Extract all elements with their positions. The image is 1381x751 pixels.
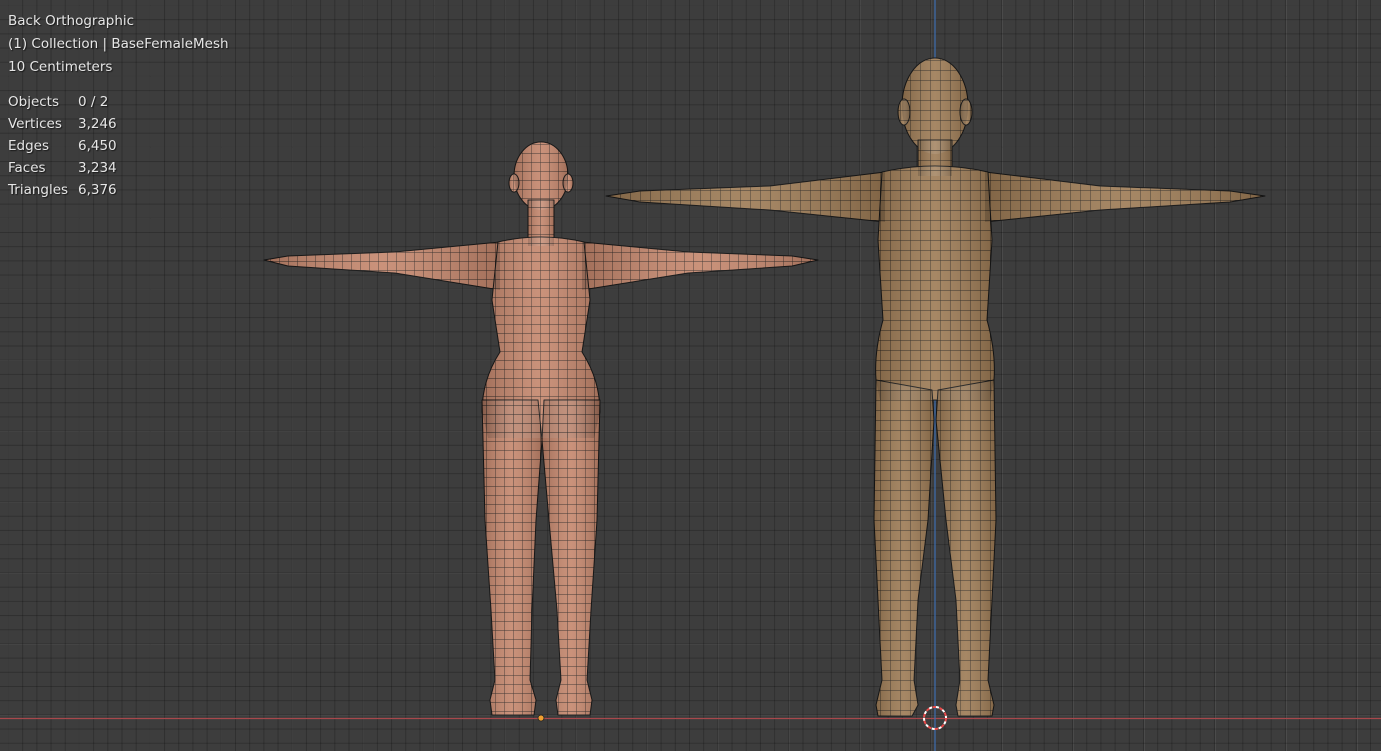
object-origin-point[interactable] bbox=[537, 714, 545, 722]
stat-label: Edges bbox=[8, 138, 50, 154]
stat-label: Faces bbox=[8, 160, 46, 176]
view-name-label: Back Orthographic bbox=[8, 13, 135, 29]
stat-value: 6,450 bbox=[78, 138, 117, 154]
stat-row-edges: Edges 6,450 bbox=[8, 135, 229, 157]
stat-value: 3,246 bbox=[78, 116, 117, 132]
mesh-left-base-female[interactable] bbox=[263, 141, 819, 716]
viewport-info-overlay: Back Orthographic (1) Collection | BaseF… bbox=[8, 10, 229, 201]
statistics-panel: Objects 0 / 2 Vertices 3,246 Edges 6,450… bbox=[8, 91, 229, 201]
grid-scale-label: 10 Centimeters bbox=[8, 59, 113, 75]
stat-row-faces: Faces 3,234 bbox=[8, 157, 229, 179]
stat-row-objects: Objects 0 / 2 bbox=[8, 91, 229, 113]
stat-value: 0 / 2 bbox=[78, 94, 109, 110]
stat-label: Objects bbox=[8, 94, 60, 110]
stat-row-vertices: Vertices 3,246 bbox=[8, 113, 229, 135]
stat-value: 6,376 bbox=[78, 182, 117, 198]
stat-value: 3,234 bbox=[78, 160, 117, 176]
stat-label: Triangles bbox=[8, 182, 69, 198]
stat-label: Vertices bbox=[8, 116, 62, 132]
3d-viewport[interactable]: Back Orthographic (1) Collection | BaseF… bbox=[0, 0, 1381, 751]
stat-row-triangles: Triangles 6,376 bbox=[8, 179, 229, 201]
collection-info-label: (1) Collection | BaseFemaleMesh bbox=[8, 36, 229, 52]
